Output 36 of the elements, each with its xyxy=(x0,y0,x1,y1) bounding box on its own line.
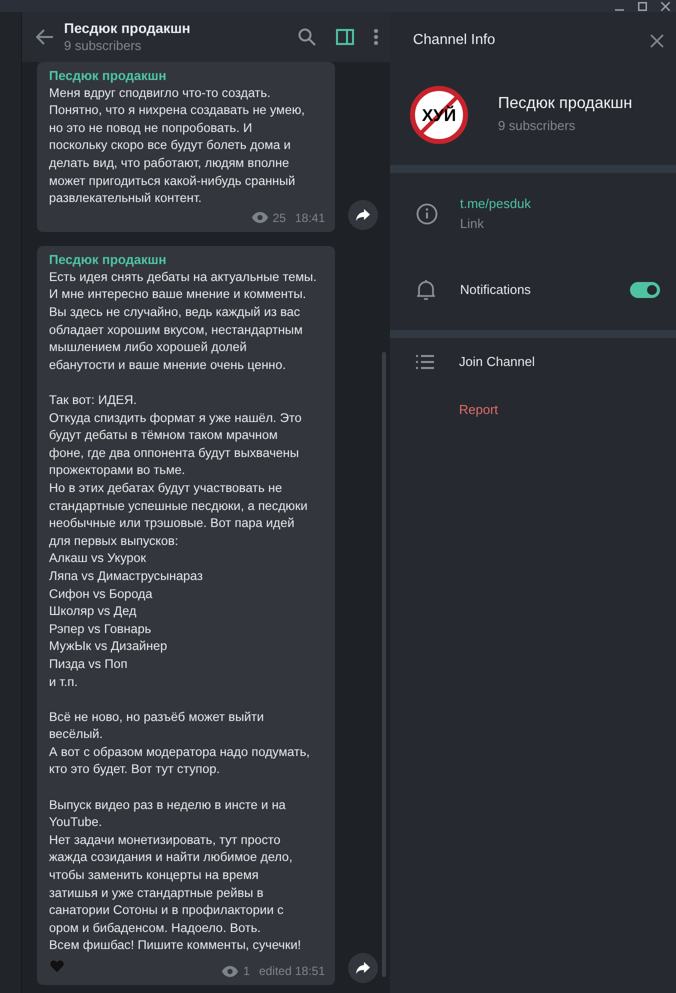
panel-title: Channel Info xyxy=(413,31,496,50)
bell-icon xyxy=(416,279,436,301)
message-time: edited 18:51 xyxy=(258,963,325,979)
sidebar-toggle-icon[interactable] xyxy=(336,28,354,45)
report-button[interactable]: Report xyxy=(459,400,498,419)
share-arrow-icon xyxy=(356,208,370,221)
list-icon xyxy=(416,354,434,369)
subscriber-count: 9 subscribers xyxy=(498,117,576,135)
message-text: Есть идея снять дебаты на актуальные темы. И мне интересно ваше мнение и комменты. Вы здесь не случайно, ведь каждый из вас обладает хорошим вкусом, нестандартным мышлением либо хорошей долей ебанутости и ваше мнение очень ценно. Так вот: ИДЕЯ. Откуда спиздить формат я уже нашёл. Это будут дебаты в тёмном таком мрачном фоне, где два оппонента будут выхвачены прожекторами во тьме. Но в этих дебатах будут участвовать не стандартные успешные песдюки, а песдюки необычные или трэшовые. Вот пара идей для первых выпусков: Алкаш vs Укурок Ляпа vs Димаструсынараз Сифон vs Борода Школяр vs Дед Рэпер vs Говнарь МужЫк vs Дизайнер Пизда vs Поп и т.п. Всё не ново, но разъёб может выйти весёлый. А вот с образом модератора надо подумать, кто это будет. Вот тут ступор. Выпуск видео раз в неделю в инсте и на YouTube. Нет задачи монетизировать, тут просто жажда созидания и найти любимое дело, чтобы заменить концерты на время затишья и уже стандартные рейвы в санатории Сотоны и в профилактории с ором и бибаденсом. Надоело. Воть. Всем фишбас! Пишите комменты, сучечки! xyxy=(49,268,318,954)
message-author[interactable]: Песдюк продакшн xyxy=(49,250,325,269)
message-time: 18:41 xyxy=(294,210,325,226)
info-icon xyxy=(416,203,438,225)
channel-title: Песдюк продакшн xyxy=(64,18,192,37)
link-label: Link xyxy=(460,215,485,233)
channel-name: Песдюк продакшн xyxy=(498,94,632,114)
forward-button[interactable] xyxy=(348,200,378,230)
message-text: Меня вдруг сподвигло что-то создать. Понятно, что я нихрена создавать не умею, но это не повод не попробовать. И поскольку скоро все будут болеть дома и делать вид, что работают, людям вполне может пригодиться какой-нибудь сранный развлекательный контент. xyxy=(49,84,306,208)
notifications-toggle[interactable] xyxy=(630,282,660,298)
subscriber-count: 9 subscribers xyxy=(64,36,142,55)
more-icon[interactable] xyxy=(374,28,378,45)
message-author[interactable]: Песдюк продакшн xyxy=(49,66,325,85)
search-icon[interactable] xyxy=(298,28,316,46)
scrollbar[interactable] xyxy=(382,352,386,977)
back-arrow-icon[interactable] xyxy=(36,28,54,45)
maximize-icon[interactable] xyxy=(638,2,647,10)
view-count: 1 xyxy=(243,963,250,979)
notifications-label: Notifications xyxy=(460,281,532,300)
views-icon xyxy=(222,966,238,976)
view-count: 25 xyxy=(272,210,286,226)
forward-button[interactable] xyxy=(348,953,378,983)
close-icon[interactable] xyxy=(650,34,664,48)
join-button[interactable]: Join Channel xyxy=(459,352,535,372)
close-icon[interactable] xyxy=(661,2,670,10)
views-icon xyxy=(252,212,268,224)
channel-link[interactable]: t.me/pesduk xyxy=(460,194,531,214)
share-arrow-icon xyxy=(356,962,370,974)
